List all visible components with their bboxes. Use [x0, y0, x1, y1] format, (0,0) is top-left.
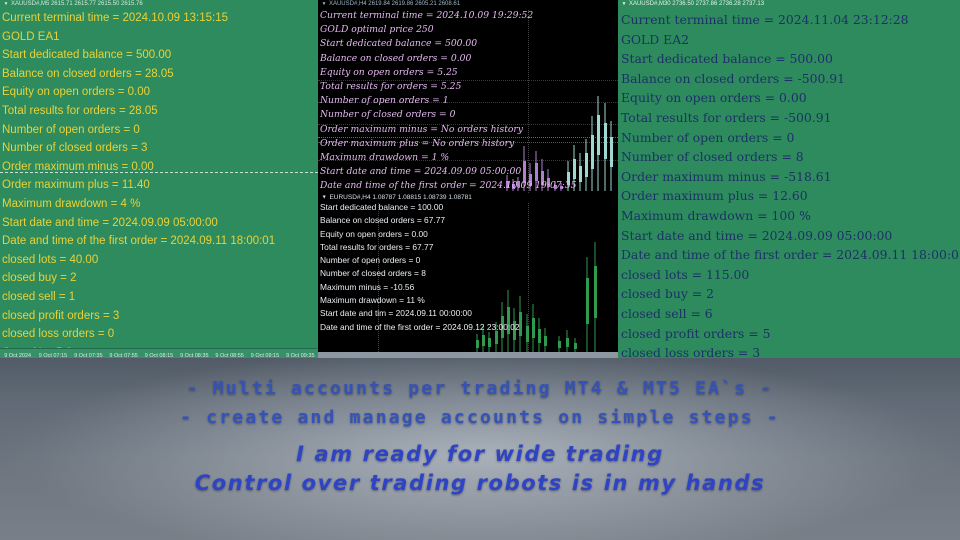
panel-titlebar-mid[interactable]: ▼ XAUUSD#,H4 2619.84 2619.86 2605.21 2608… [318, 0, 618, 9]
ea-readout-right: Current terminal time = 2024.11.04 23:12… [621, 10, 960, 362]
screenshot-root: ▼ XAUUSD#,M5 2615.71 2615.77 2615.50 2615… [0, 0, 960, 540]
readout-line: closed sell = 6 [621, 305, 713, 321]
readout-line: Date and time of the first order = 2024.… [320, 180, 577, 192]
readout-line: Date and time of the first order = 2024.… [320, 321, 520, 332]
readout-line: Date and time of the first order = 2024.… [621, 247, 960, 263]
panel-title-right: XAUUSD#,M30 2736.50 2737.86 2736.28 2737… [628, 1, 765, 7]
chart-panel-xauusd-m5[interactable]: ▼ XAUUSD#,M5 2615.71 2615.77 2615.50 2615… [0, 0, 318, 362]
readout-line: Start date and time = 2024.09.09 05:00:0… [2, 216, 218, 229]
readout-line: Maximum minus = -10.56 [320, 281, 415, 292]
ea-readout-eurusd: Start dedicated balance = 100.00 Balance… [320, 201, 616, 334]
readout-line: closed buy = 2 [621, 286, 714, 302]
readout-line: Number of closed orders = 0 [320, 109, 456, 121]
readout-line: Number of closed orders = 8 [320, 268, 426, 279]
readout-line: Start dedicated balance = 500.00 [2, 49, 172, 62]
readout-line: Total results for orders = 67.77 [320, 241, 434, 252]
readout-line: Balance on closed orders = 67.77 [320, 215, 446, 226]
readout-line: Number of closed orders = 8 [621, 149, 804, 165]
readout-line: Start date and time = 2024.09.09 05:00:0… [320, 166, 522, 178]
chart-panel-eurusd-h4[interactable]: ▼ EURUSD#,H4 1.08787 1.08815 1.08739 1.08… [318, 193, 618, 362]
readout-line: Current terminal time = 2024.10.09 19:29… [320, 10, 534, 21]
readout-line: GOLD EA1 [2, 30, 60, 43]
readout-line: Number of open orders = 1 [320, 95, 449, 107]
readout-line: Order maximum plus = 11.40 [2, 179, 150, 192]
readout-line: Order maximum minus = No orders history [320, 123, 523, 135]
readout-line: Number of open orders = 0 [2, 123, 140, 136]
readout-line: Maximum drawdown = 4 % [2, 197, 141, 210]
chart-menu-icon[interactable]: ▼ [4, 1, 9, 8]
panel-title-left: XAUUSD#,M5 2615.71 2615.77 2615.50 2615.… [10, 1, 143, 7]
readout-line: Balance on closed orders = 0.00 [320, 52, 472, 64]
readout-line: Total results for orders = 5.25 [320, 81, 462, 93]
readout-line: Equity on open orders = 0.00 [621, 90, 807, 106]
panel-titlebar-right[interactable]: ▼ XAUUSD#,M30 2736.50 2737.86 2736.28 273… [618, 0, 960, 9]
promo-line-2: - create and manage accounts on simple s… [180, 407, 780, 428]
readout-line: closed profit orders = 5 [621, 325, 771, 341]
readout-line: Maximum drawdown = 100 % [621, 207, 811, 223]
readout-line: Start date and tim = 2024.09.11 00:00:00 [320, 308, 472, 319]
ea-readout-mid: Current terminal time = 2024.10.09 19:29… [320, 9, 616, 193]
readout-line: closed sell = 1 [2, 290, 76, 303]
readout-line: Maximum drawdown = 11 % [320, 295, 425, 306]
chart-menu-icon[interactable]: ▼ [622, 1, 627, 8]
readout-line: Number of closed orders = 3 [2, 142, 148, 155]
readout-line: closed profit orders = 3 [2, 309, 120, 322]
readout-line: Order maximum plus = No orders history [320, 137, 515, 149]
readout-line: Total results for orders = 28.05 [2, 104, 158, 117]
readout-line: Maximum drawdown = 1 % [320, 152, 450, 164]
panel-title-mid: XAUUSD#,H4 2619.84 2619.86 2605.21 2608.… [328, 1, 461, 7]
readout-line: GOLD optimal price 250 [320, 24, 434, 36]
readout-line: Number of open orders = 0 [320, 255, 421, 266]
readout-line: Total results for orders = -500.91 [621, 109, 832, 125]
promo-line-3: I am ready for wide trading [296, 442, 664, 466]
promo-line-1: - Multi accounts per trading MT4 & MT5 E… [186, 378, 774, 399]
readout-line: closed lots = 115.00 [621, 266, 750, 282]
readout-line: Start date and time = 2024.09.09 05:00:0… [621, 227, 893, 243]
readout-line: Equity on open orders = 0.00 [2, 86, 151, 99]
readout-line: closed buy = 2 [2, 272, 77, 285]
readout-line: closed loss orders = 0 [2, 328, 115, 341]
readout-line: Order maximum minus = 0.00 [2, 160, 154, 173]
readout-line: Order maximum minus = -518.61 [621, 168, 832, 184]
promo-banner-text: - Multi accounts per trading MT4 & MT5 E… [0, 378, 960, 500]
readout-line: Start dedicated balance = 500.00 [621, 51, 833, 67]
readout-line: Equity on open orders = 5.25 [320, 66, 458, 78]
chart-trend-line [0, 172, 318, 173]
panel-title-eurusd: EURUSD#,H4 1.08787 1.08815 1.08739 1.087… [329, 194, 472, 201]
readout-line: Balance on closed orders = -500.91 [621, 70, 846, 86]
readout-line: Number of open orders = 0 [621, 129, 795, 145]
promo-line-4: Control over trading robots is in my han… [194, 471, 766, 495]
readout-line: Current terminal time = 2024.10.09 13:15… [2, 12, 228, 24]
panel-titlebar-left[interactable]: ▼ XAUUSD#,M5 2615.71 2615.77 2615.50 2615… [0, 0, 318, 9]
readout-line: Start dedicated balance = 100.00 [320, 202, 444, 212]
ea-readout-left: Current terminal time = 2024.10.09 13:15… [2, 9, 316, 362]
chart-menu-icon[interactable]: ▼ [322, 1, 327, 8]
readout-line: Equity on open orders = 0.00 [320, 228, 428, 239]
chart-panel-xauusd-h4[interactable]: ▼ XAUUSD#,H4 2619.84 2619.86 2605.21 2608… [318, 0, 618, 193]
readout-line: Order maximum plus = 12.60 [621, 188, 808, 204]
readout-line: closed lots = 40.00 [2, 253, 99, 266]
chart-panel-xauusd-m30[interactable]: ▼ XAUUSD#,M30 2736.50 2737.86 2736.28 273… [618, 0, 960, 362]
readout-line: Date and time of the first order = 2024.… [2, 235, 276, 248]
readout-line: Current terminal time = 2024.11.04 23:12… [621, 12, 909, 27]
readout-line: GOLD EA2 [621, 31, 690, 47]
readout-line: Balance on closed orders = 28.05 [2, 67, 174, 80]
readout-line: Start dedicated balance = 500.00 [320, 38, 478, 50]
